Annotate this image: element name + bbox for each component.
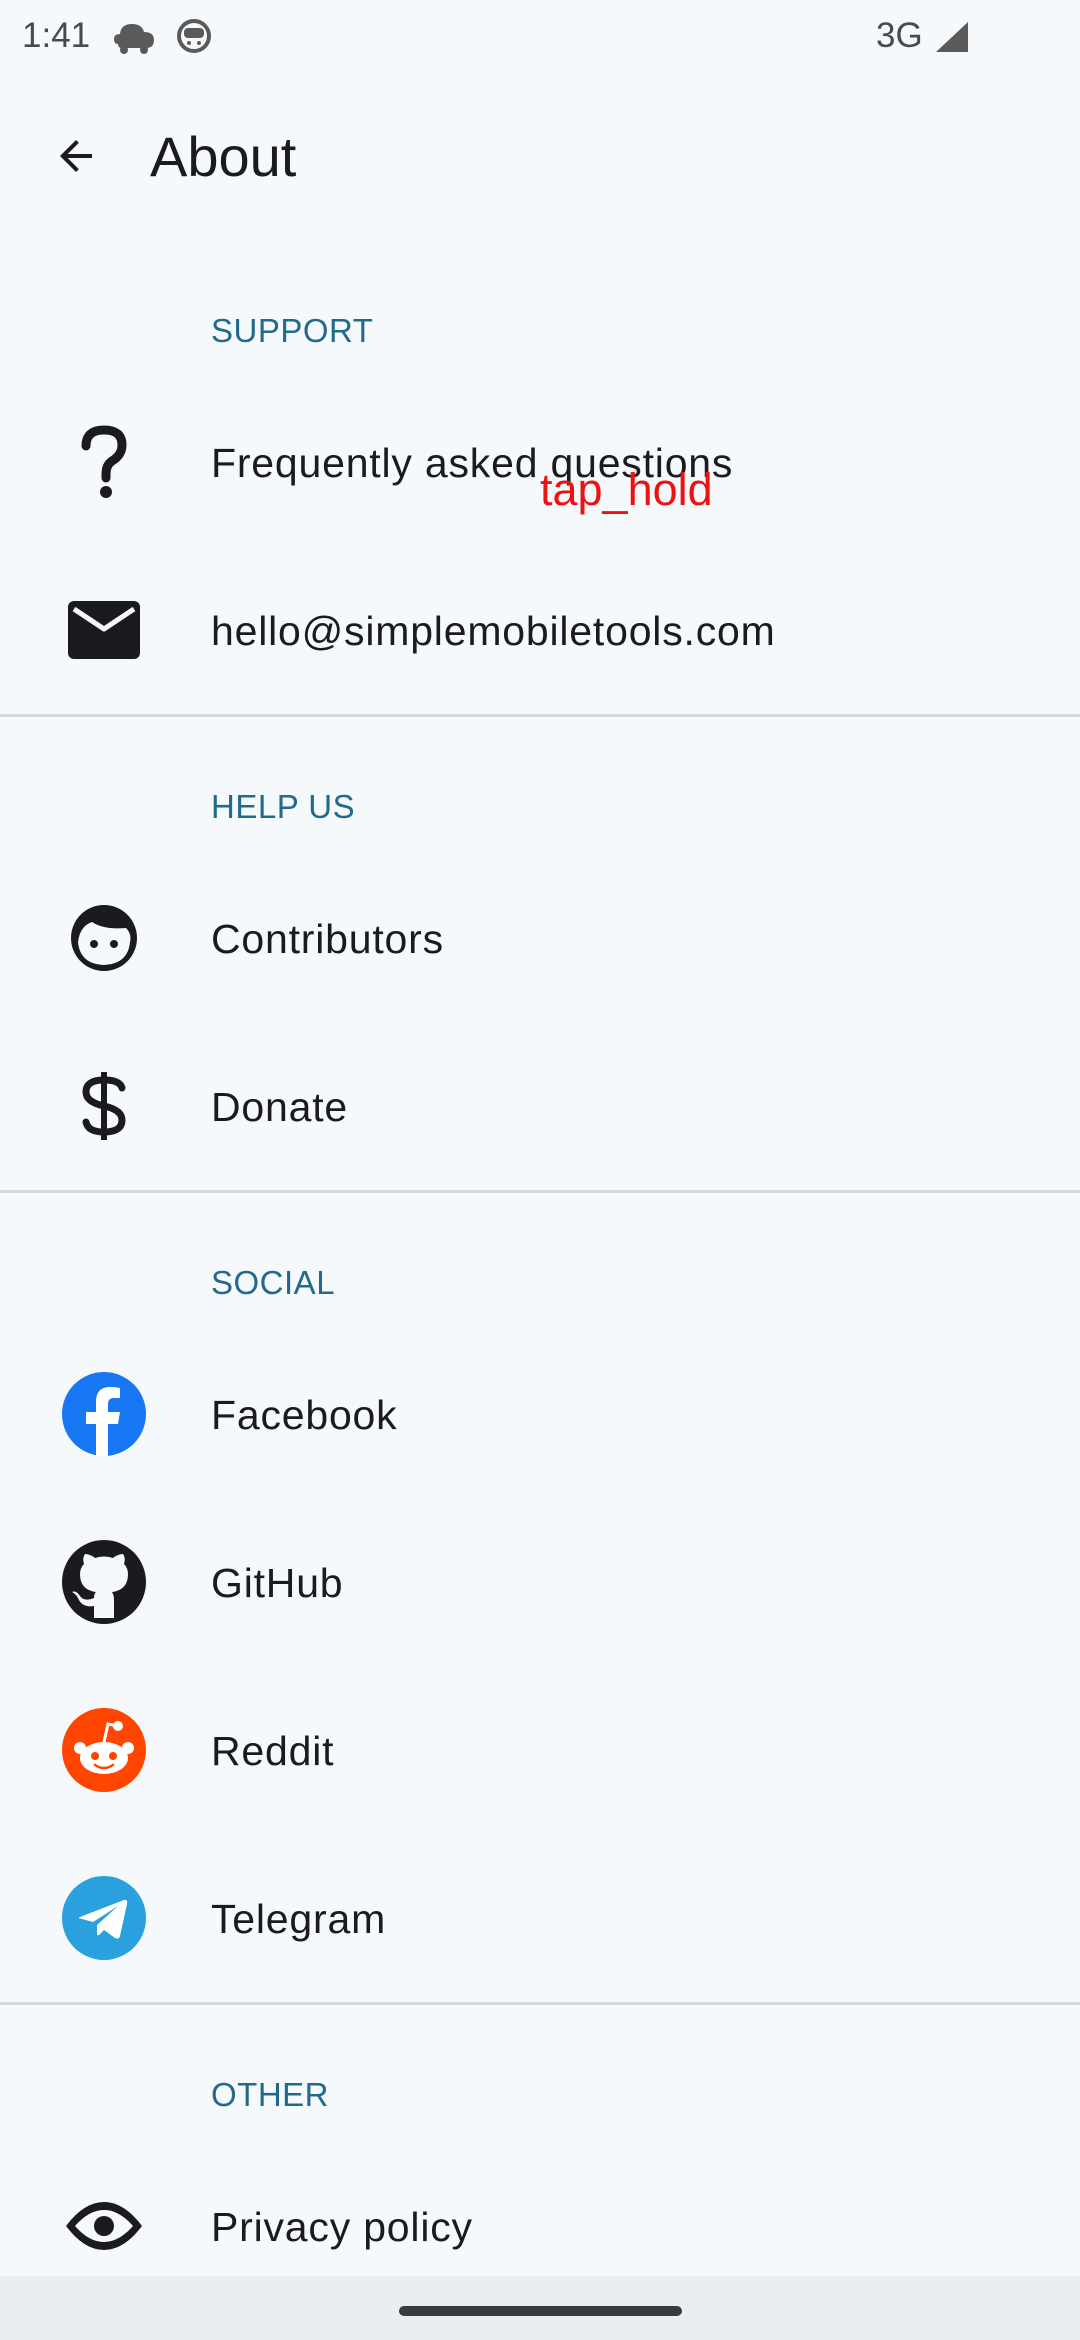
question-mark-icon <box>62 420 146 504</box>
list-item-donate[interactable]: Donate <box>0 1022 1080 1190</box>
facebook-icon <box>62 1372 146 1456</box>
list-item-contributors[interactable]: Contributors <box>0 854 1080 1022</box>
list-item-label: Donate <box>211 1084 349 1130</box>
list-item-github[interactable]: GitHub <box>0 1498 1080 1666</box>
about-screen: 1:41 3G About SUPPORT Frequently asked q… <box>0 0 1080 2340</box>
status-bar: 1:41 3G <box>0 0 1080 76</box>
github-icon <box>62 1540 146 1624</box>
list-item-label: Facebook <box>211 1392 398 1438</box>
cloud-notification-icon <box>112 18 156 61</box>
telegram-icon <box>62 1876 146 1960</box>
list-item-label: Privacy policy <box>211 2204 473 2250</box>
app-bar: About <box>0 96 1080 216</box>
face-icon <box>62 896 146 980</box>
list-item-label: Contributors <box>211 916 444 962</box>
android-face-icon <box>176 18 212 59</box>
section-header-social: SOCIAL <box>211 1264 336 1301</box>
list-item-label: GitHub <box>211 1560 344 1606</box>
network-type: 3G <box>876 16 923 55</box>
list-item-label: Reddit <box>211 1728 335 1774</box>
gesture-annotation: tap_hold <box>540 464 713 515</box>
arrow-back-icon <box>60 140 92 172</box>
list-item-label: Telegram <box>211 1896 387 1942</box>
section-header-help-us: HELP US <box>211 788 356 825</box>
section-divider <box>0 1190 1080 1193</box>
eye-icon <box>62 2184 146 2268</box>
section-header-support: SUPPORT <box>211 312 374 349</box>
list-item-facebook[interactable]: Facebook <box>0 1330 1080 1498</box>
list-item-faq[interactable]: Frequently asked questions <box>0 378 1080 546</box>
signal-strength-icon <box>934 20 970 59</box>
list-item-label: hello@simplemobiletools.com <box>211 608 776 654</box>
dollar-icon <box>62 1064 146 1148</box>
section-divider <box>0 2002 1080 2005</box>
back-button[interactable] <box>36 116 116 196</box>
envelope-icon <box>62 588 146 672</box>
list-item-telegram[interactable]: Telegram <box>0 1834 1080 2002</box>
status-time: 1:41 <box>22 16 91 55</box>
section-header-other: OTHER <box>211 2076 329 2113</box>
home-gesture-handle[interactable] <box>399 2306 682 2316</box>
navigation-bar <box>0 2276 1080 2340</box>
list-item-reddit[interactable]: Reddit <box>0 1666 1080 1834</box>
reddit-icon <box>62 1708 146 1792</box>
section-divider <box>0 714 1080 717</box>
list-item-email[interactable]: hello@simplemobiletools.com <box>0 546 1080 714</box>
page-title: About <box>150 125 297 188</box>
